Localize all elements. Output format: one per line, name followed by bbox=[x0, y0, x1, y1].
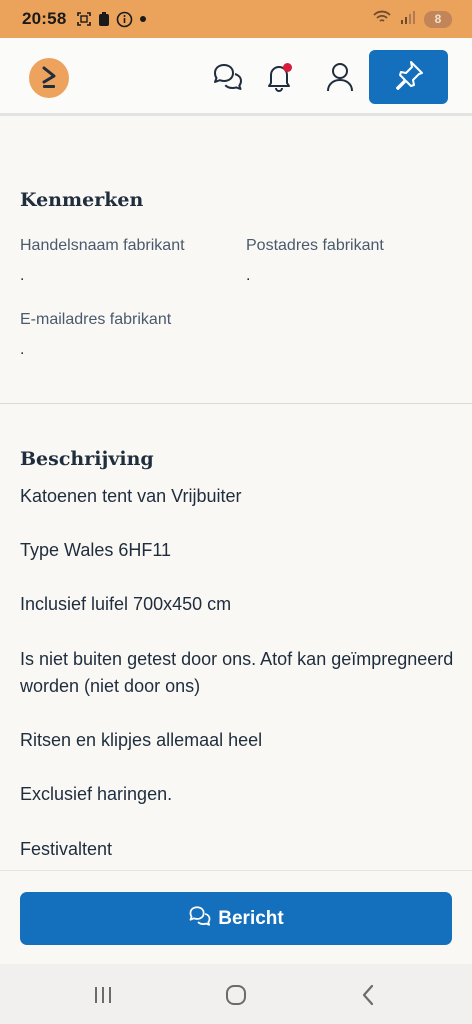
home-icon[interactable] bbox=[223, 982, 249, 1008]
attr-label-handelsnaam: Handelsnaam fabrikant bbox=[20, 237, 185, 254]
marktplaats-logo[interactable] bbox=[29, 58, 69, 98]
screenshot-icon bbox=[76, 11, 92, 27]
system-nav-bar bbox=[0, 964, 472, 1024]
kenmerken-title: Kenmerken bbox=[20, 189, 144, 211]
attr-value-email: . bbox=[20, 341, 25, 358]
description-line: Type Wales 6HF11 bbox=[20, 540, 172, 560]
bell-icon[interactable] bbox=[262, 60, 296, 94]
pin-icon bbox=[392, 58, 426, 97]
app-header bbox=[0, 38, 472, 116]
description-line: Ritsen en klipjes allemaal heel bbox=[20, 730, 263, 750]
chat-icon bbox=[188, 905, 212, 933]
user-icon[interactable] bbox=[323, 60, 357, 94]
wifi-icon bbox=[372, 9, 392, 30]
description-line: Exclusief haringen. bbox=[20, 784, 173, 804]
attr-value-handelsnaam: . bbox=[20, 267, 25, 284]
beschrijving-title: Beschrijving bbox=[20, 448, 154, 470]
bottom-action-bar: Bericht bbox=[0, 870, 472, 964]
notification-dot bbox=[283, 63, 292, 72]
attr-label-email: E-mailadres fabrikant bbox=[20, 311, 172, 328]
status-time: 20:58 bbox=[22, 9, 67, 28]
message-button[interactable]: Bericht bbox=[20, 892, 452, 945]
description-line: Is niet buiten getest door ons. Atof kan… bbox=[20, 649, 454, 696]
status-bar: 20:58 8 bbox=[0, 0, 472, 38]
place-ad-button[interactable] bbox=[369, 50, 448, 104]
section-divider bbox=[0, 403, 472, 404]
status-icons bbox=[76, 11, 147, 28]
attr-label-postadres: Postadres fabrikant bbox=[246, 237, 384, 254]
recent-apps-icon[interactable] bbox=[90, 982, 116, 1008]
battery-indicator: 8 bbox=[424, 10, 452, 28]
chat-icon[interactable] bbox=[211, 60, 245, 94]
description-line: Katoenen tent van Vrijbuiter bbox=[20, 486, 242, 506]
signal-icon bbox=[400, 10, 416, 29]
lock-icon bbox=[98, 11, 110, 27]
description-line: Festivaltent bbox=[20, 839, 113, 859]
attr-value-postadres: . bbox=[246, 267, 251, 284]
info-icon bbox=[116, 11, 133, 28]
message-button-label: Bericht bbox=[218, 907, 284, 929]
dot-icon bbox=[139, 15, 147, 23]
back-icon[interactable] bbox=[355, 982, 381, 1008]
description-line: Inclusief luifel 700x450 cm bbox=[20, 594, 232, 614]
